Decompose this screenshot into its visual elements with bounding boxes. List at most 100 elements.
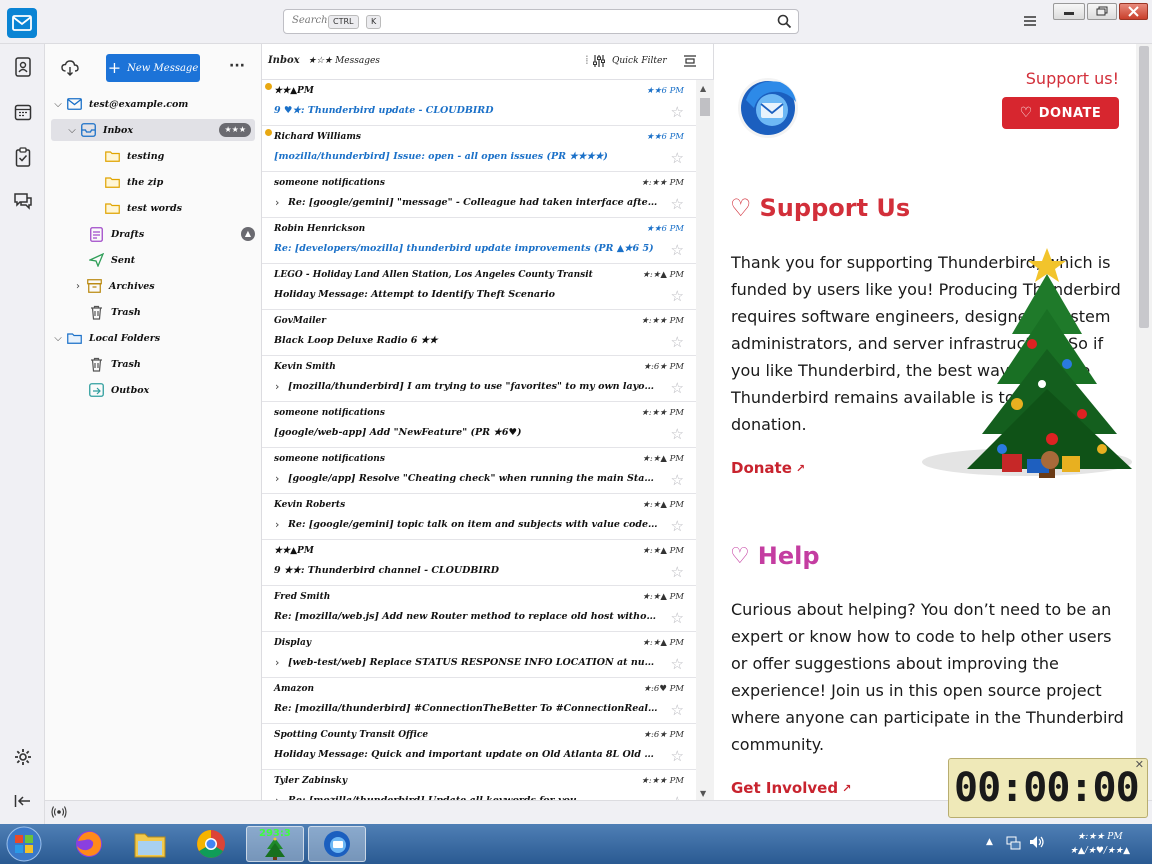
address-book-button[interactable] bbox=[12, 56, 34, 78]
search-icon[interactable] bbox=[777, 14, 792, 32]
thread-chevron-icon[interactable]: › bbox=[275, 380, 279, 393]
star-icon[interactable]: ☆ bbox=[671, 519, 684, 534]
folder-local-trash[interactable]: Trash bbox=[87, 353, 255, 375]
minimize-button[interactable] bbox=[1053, 3, 1085, 20]
get-messages-button[interactable] bbox=[61, 59, 79, 80]
start-button[interactable] bbox=[4, 825, 44, 863]
message-row[interactable]: Richard Williams ★★6 PM [mozilla/thunderbi… bbox=[262, 126, 696, 172]
collapse-spaces-button[interactable] bbox=[12, 790, 34, 812]
search-field[interactable]: Search... CTRL K bbox=[283, 9, 799, 34]
folder-the-zip[interactable]: the zip bbox=[103, 171, 255, 193]
folder-pane-menu-button[interactable]: ··· bbox=[229, 58, 245, 74]
folder-trash[interactable]: Trash bbox=[87, 301, 255, 323]
folder-inbox[interactable]: ⌵ Inbox ★★★ bbox=[51, 119, 255, 141]
taskbar-explorer[interactable] bbox=[121, 826, 179, 862]
folder-test-words[interactable]: test words bbox=[103, 197, 255, 219]
online-status-icon[interactable] bbox=[51, 805, 67, 822]
tasks-button[interactable] bbox=[12, 146, 34, 168]
filter-icon[interactable] bbox=[592, 54, 606, 71]
donate-link[interactable]: Donate ↗ bbox=[731, 459, 805, 477]
star-icon[interactable]: ☆ bbox=[671, 335, 684, 350]
account-row[interactable]: ⌵ test@example.com bbox=[51, 93, 255, 115]
message-row[interactable]: Kevin Roberts ★:★▲ PM › Re: [google/gemini]… bbox=[262, 494, 696, 540]
chevron-down-icon[interactable]: ⌵ bbox=[51, 99, 65, 110]
thread-chevron-icon[interactable]: › bbox=[275, 472, 279, 485]
message-row[interactable]: Spotting County Transit Office ★:6★ PM Hol… bbox=[262, 724, 696, 770]
volume-icon[interactable] bbox=[1028, 834, 1046, 853]
chat-button[interactable] bbox=[12, 190, 34, 212]
tray-expand-icon[interactable]: ▲ bbox=[986, 837, 993, 847]
settings-button[interactable] bbox=[12, 746, 34, 768]
spaces-toolbar bbox=[0, 44, 45, 824]
folder-testing[interactable]: testing bbox=[103, 145, 255, 167]
star-icon[interactable]: ☆ bbox=[671, 657, 684, 672]
message-list-scrollbar[interactable]: ▲ ▼ bbox=[696, 80, 714, 800]
display-options-button[interactable] bbox=[683, 54, 697, 71]
taskbar-tree-app[interactable]: 293:3 bbox=[246, 826, 304, 862]
message-subject: Re: [developers/mozilla] thunderbird upd… bbox=[274, 243, 654, 254]
taskbar-chrome[interactable] bbox=[182, 826, 240, 862]
star-icon[interactable]: ☆ bbox=[671, 151, 684, 166]
star-icon[interactable]: ☆ bbox=[671, 381, 684, 396]
stopwatch-widget[interactable]: 00:00:00 ✕ bbox=[948, 758, 1148, 818]
message-row[interactable]: Fred Smith ★:★▲ PM Re: [mozilla/web.js] Ad… bbox=[262, 586, 696, 632]
app-menu-button[interactable] bbox=[1022, 14, 1038, 31]
network-icon[interactable] bbox=[1005, 835, 1021, 854]
get-involved-link[interactable]: Get Involved ↗ bbox=[731, 779, 851, 797]
support-us-link[interactable]: Support us! bbox=[1026, 69, 1119, 88]
folder-icon bbox=[103, 148, 121, 164]
message-date: ★★6 PM bbox=[646, 86, 684, 96]
message-row[interactable]: someone notifications ★:★★ PM › Re: [google… bbox=[262, 172, 696, 218]
folder-archives[interactable]: › Archives bbox=[71, 275, 255, 297]
message-row[interactable]: Display ★:★▲ PM › [web-test/web] Replace ST… bbox=[262, 632, 696, 678]
message-row[interactable]: Amazon ★:6♥ PM Re: [mozilla/thunderbird] #… bbox=[262, 678, 696, 724]
mail-space-button[interactable] bbox=[7, 8, 37, 38]
star-icon[interactable]: ☆ bbox=[671, 105, 684, 120]
taskbar-thunderbird[interactable] bbox=[308, 826, 366, 862]
thread-chevron-icon[interactable]: › bbox=[275, 518, 279, 531]
chevron-down-icon[interactable]: ⌵ bbox=[65, 125, 79, 136]
hands-heart-icon: ♡ bbox=[730, 543, 750, 569]
maximize-button[interactable] bbox=[1087, 3, 1117, 20]
quick-filter-button[interactable]: Quick Filter bbox=[612, 56, 667, 66]
star-icon[interactable]: ☆ bbox=[671, 749, 684, 764]
calendar-icon bbox=[14, 104, 32, 121]
message-row[interactable]: ★★▲PM ★:★▲ PM 9 ★★: Thunderbird channel - … bbox=[262, 540, 696, 586]
thread-chevron-icon[interactable]: › bbox=[275, 196, 279, 209]
message-row[interactable]: Robin Henrickson ★★6 PM Re: [developers/mo… bbox=[262, 218, 696, 264]
tray-clock[interactable]: ★:★★ PM ★▲/★♥/★★▲ bbox=[1070, 830, 1130, 858]
support-heading-text: Support Us bbox=[759, 194, 911, 222]
thread-chevron-icon[interactable]: › bbox=[275, 656, 279, 669]
scrollbar-thumb[interactable] bbox=[1139, 46, 1149, 328]
taskbar-firefox[interactable] bbox=[60, 826, 118, 862]
scrollbar-thumb[interactable] bbox=[700, 98, 710, 116]
new-message-button[interactable]: + New Message bbox=[106, 54, 200, 82]
message-row[interactable]: Kevin Smith ★:6★ PM › [mozilla/thunderbird]… bbox=[262, 356, 696, 402]
message-row[interactable]: Tyler Zabinsky★:★★ PM›Re: [mozilla/thund… bbox=[262, 770, 696, 800]
folder-sent[interactable]: Sent bbox=[87, 249, 255, 271]
message-row[interactable]: GovMailer ★:★★ PM Black Loop Deluxe Radio … bbox=[262, 310, 696, 356]
star-icon[interactable]: ☆ bbox=[671, 611, 684, 626]
calendar-button[interactable] bbox=[12, 101, 34, 123]
chevron-down-icon[interactable]: ⌵ bbox=[51, 333, 65, 344]
star-icon[interactable]: ☆ bbox=[671, 197, 684, 212]
start-page-scrollbar[interactable] bbox=[1136, 44, 1152, 800]
close-icon[interactable]: ✕ bbox=[1135, 758, 1144, 771]
star-icon[interactable]: ☆ bbox=[671, 427, 684, 442]
message-row[interactable]: someone notifications ★:★▲ PM › [google/app… bbox=[262, 448, 696, 494]
message-row[interactable]: someone notifications ★:★★ PM [google/web-… bbox=[262, 402, 696, 448]
message-row[interactable]: LEGO - Holiday Land Allen Station, Los A… bbox=[262, 264, 696, 310]
star-icon[interactable]: ☆ bbox=[671, 243, 684, 258]
close-button[interactable] bbox=[1119, 3, 1148, 20]
message-sender: Kevin Smith bbox=[274, 362, 336, 372]
chevron-right-icon[interactable]: › bbox=[71, 281, 85, 292]
message-row[interactable]: ★★▲PM ★★6 PM 9 ♥★: Thunderbird update - CL… bbox=[262, 80, 696, 126]
star-icon[interactable]: ☆ bbox=[671, 289, 684, 304]
star-icon[interactable]: ☆ bbox=[671, 703, 684, 718]
donate-button[interactable]: ♡ DONATE bbox=[1002, 97, 1119, 129]
star-icon[interactable]: ☆ bbox=[671, 473, 684, 488]
account-local-folders[interactable]: ⌵ Local Folders bbox=[51, 327, 255, 349]
folder-outbox[interactable]: Outbox bbox=[87, 379, 255, 401]
star-icon[interactable]: ☆ bbox=[671, 565, 684, 580]
folder-drafts[interactable]: Drafts ▲ bbox=[87, 223, 255, 245]
